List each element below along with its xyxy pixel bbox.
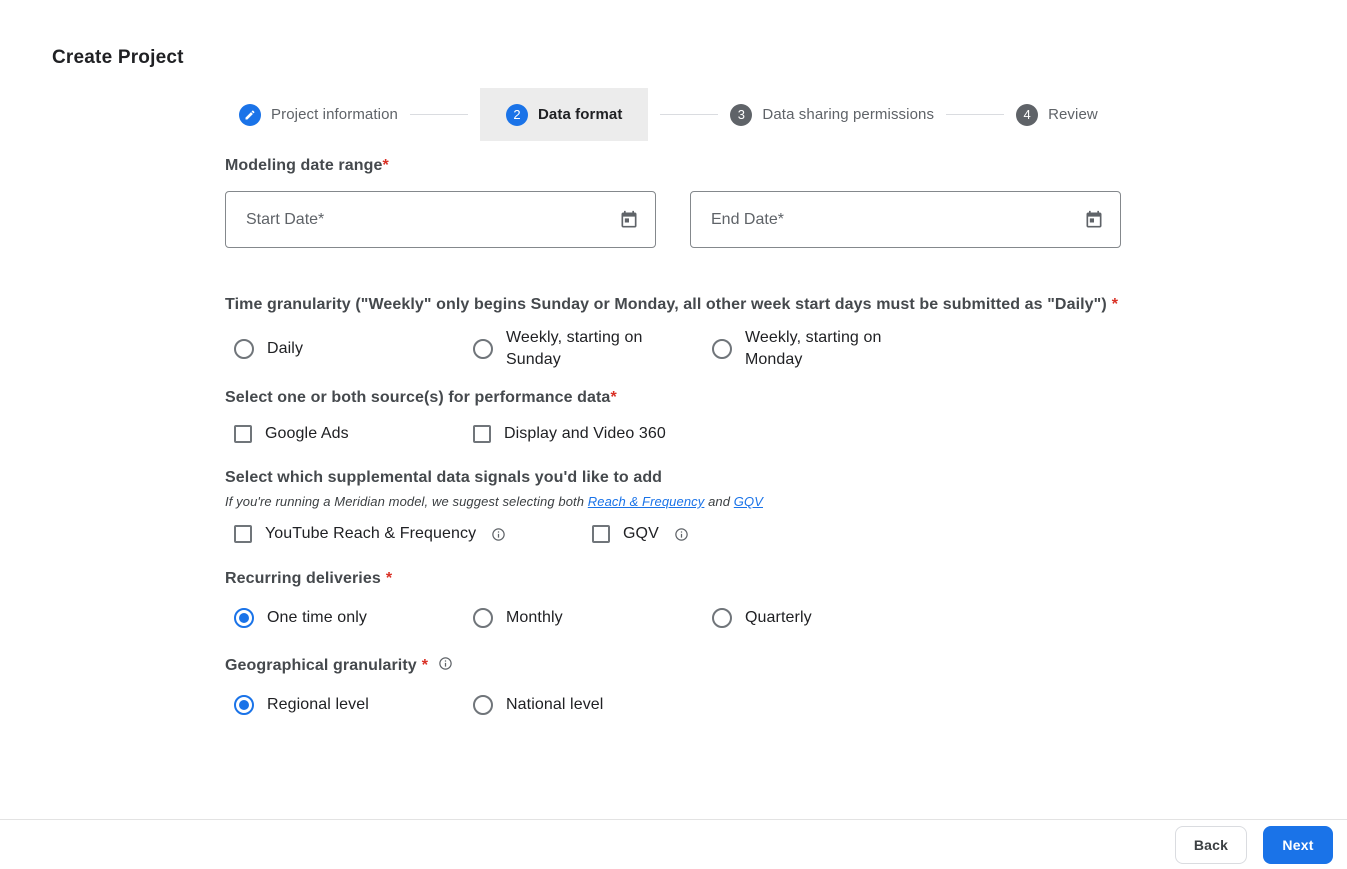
radio-button[interactable] — [712, 608, 732, 628]
step-connector — [410, 114, 468, 115]
checkbox-option-youtube-reach-frequency[interactable]: YouTube Reach & Frequency — [234, 523, 592, 545]
performance-sources-options: Google Ads Display and Video 360 — [234, 423, 1121, 445]
meridian-suggestion-note: If you're running a Meridian model, we s… — [225, 494, 1121, 509]
gqv-link[interactable]: GQV — [734, 494, 763, 509]
end-date-placeholder: End Date* — [711, 211, 1084, 229]
radio-option-regional-level[interactable]: Regional level — [234, 694, 473, 716]
checkbox[interactable] — [234, 525, 252, 543]
footer-divider — [0, 819, 1347, 820]
back-button[interactable]: Back — [1175, 826, 1247, 864]
step-data-format[interactable]: 2 Data format — [480, 88, 648, 141]
radio-option-one-time-only[interactable]: One time only — [234, 607, 473, 629]
radio-button[interactable] — [473, 608, 493, 628]
radio-label: Weekly, starting on Monday — [745, 327, 905, 371]
calendar-icon[interactable] — [619, 210, 639, 230]
required-asterisk: * — [386, 570, 392, 587]
info-icon[interactable] — [674, 527, 689, 542]
step-connector — [946, 114, 1004, 115]
required-asterisk: * — [610, 389, 616, 406]
checkbox[interactable] — [592, 525, 610, 543]
checkbox[interactable] — [234, 425, 252, 443]
supplemental-signals-label: Select which supplemental data signals y… — [225, 465, 1121, 491]
note-text: and — [704, 494, 733, 509]
step-label: Project information — [271, 106, 398, 123]
checkbox-label: Display and Video 360 — [504, 423, 666, 445]
wizard-stepper: Project information 2 Data format 3 Data… — [239, 88, 1098, 141]
note-text: If you're running a Meridian model, we s… — [225, 494, 588, 509]
label-text: Time granularity ("Weekly" only begins S… — [225, 296, 1107, 313]
radio-button[interactable] — [473, 695, 493, 715]
label-text: Geographical granularity — [225, 657, 417, 674]
radio-option-quarterly[interactable]: Quarterly — [712, 607, 812, 629]
step-number-badge: 2 — [506, 104, 528, 126]
radio-label: Regional level — [267, 694, 369, 716]
checkbox-option-gqv[interactable]: GQV — [592, 523, 689, 545]
required-asterisk: * — [382, 157, 388, 174]
step-number-badge: 3 — [730, 104, 752, 126]
geographical-granularity-options: Regional level National level — [234, 694, 1121, 716]
recurring-deliveries-label: Recurring deliveries * — [225, 566, 1121, 592]
data-format-form: Modeling date range* Start Date* End Dat… — [225, 153, 1121, 716]
checkbox[interactable] — [473, 425, 491, 443]
label-text: Modeling date range — [225, 157, 382, 174]
edit-pencil-icon — [239, 104, 261, 126]
checkbox-label: YouTube Reach & Frequency — [265, 523, 476, 545]
radio-option-national-level[interactable]: National level — [473, 694, 603, 716]
step-connector — [660, 114, 718, 115]
radio-option-weekly-sunday[interactable]: Weekly, starting on Sunday — [473, 327, 712, 371]
time-granularity-label: Time granularity ("Weekly" only begins S… — [225, 292, 1121, 318]
checkbox-label: Google Ads — [265, 423, 349, 445]
reach-frequency-link[interactable]: Reach & Frequency — [588, 494, 705, 509]
calendar-icon[interactable] — [1084, 210, 1104, 230]
required-asterisk: * — [422, 657, 428, 674]
checkbox-option-dv360[interactable]: Display and Video 360 — [473, 423, 666, 445]
radio-option-monthly[interactable]: Monthly — [473, 607, 712, 629]
label-text: Recurring deliveries — [225, 570, 381, 587]
page-title: Create Project — [52, 47, 184, 69]
performance-sources-label: Select one or both source(s) for perform… — [225, 385, 1121, 411]
label-text: Select one or both source(s) for perform… — [225, 389, 610, 406]
step-review[interactable]: 4 Review — [1016, 104, 1098, 126]
label-text: Geographical granularity * — [225, 653, 428, 679]
modeling-date-range-label: Modeling date range* — [225, 153, 1121, 179]
step-project-information[interactable]: Project information — [239, 104, 398, 126]
checkbox-label: GQV — [623, 523, 659, 545]
checkbox-option-google-ads[interactable]: Google Ads — [234, 423, 473, 445]
radio-label: Monthly — [506, 607, 563, 629]
start-date-input[interactable]: Start Date* — [225, 191, 656, 248]
step-label: Review — [1048, 106, 1098, 123]
step-label: Data format — [538, 106, 622, 123]
date-range-row: Start Date* End Date* — [225, 191, 1121, 248]
radio-label: National level — [506, 694, 603, 716]
radio-label: One time only — [267, 607, 367, 629]
radio-button-selected[interactable] — [234, 608, 254, 628]
footer-actions: Back Next — [1175, 826, 1333, 864]
info-icon[interactable] — [491, 527, 506, 542]
radio-option-daily[interactable]: Daily — [234, 338, 473, 360]
radio-button-selected[interactable] — [234, 695, 254, 715]
radio-label: Quarterly — [745, 607, 812, 629]
step-data-sharing-permissions[interactable]: 3 Data sharing permissions — [730, 104, 934, 126]
radio-button[interactable] — [234, 339, 254, 359]
time-granularity-options: Daily Weekly, starting on Sunday Weekly,… — [234, 327, 1121, 371]
info-icon[interactable] — [438, 656, 453, 671]
step-number-badge: 4 — [1016, 104, 1038, 126]
recurring-deliveries-options: One time only Monthly Quarterly — [234, 607, 1121, 629]
end-date-input[interactable]: End Date* — [690, 191, 1121, 248]
radio-label: Weekly, starting on Sunday — [506, 327, 666, 371]
start-date-placeholder: Start Date* — [246, 211, 619, 229]
supplemental-signals-options: YouTube Reach & Frequency GQV — [234, 523, 1121, 545]
step-label: Data sharing permissions — [762, 106, 934, 123]
required-asterisk: * — [1112, 296, 1118, 313]
next-button[interactable]: Next — [1263, 826, 1333, 864]
radio-button[interactable] — [473, 339, 493, 359]
radio-button[interactable] — [712, 339, 732, 359]
radio-label: Daily — [267, 338, 303, 360]
radio-option-weekly-monday[interactable]: Weekly, starting on Monday — [712, 327, 905, 371]
geographical-granularity-label: Geographical granularity * — [225, 653, 1121, 679]
